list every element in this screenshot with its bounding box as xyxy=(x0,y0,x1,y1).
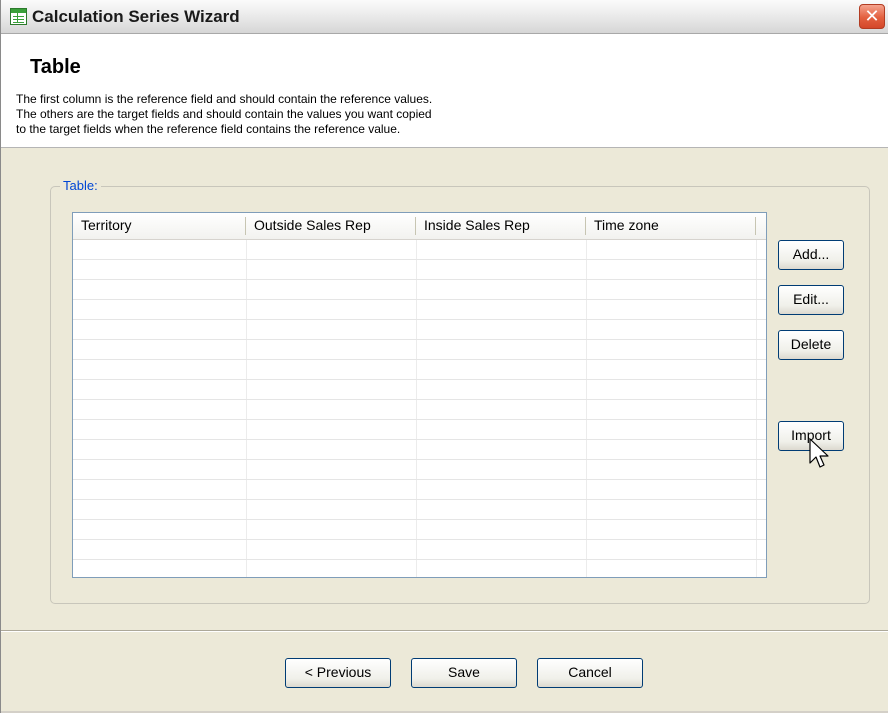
table-header: Territory Outside Sales Rep Inside Sales… xyxy=(73,213,766,240)
table-row[interactable] xyxy=(73,540,766,560)
table-row[interactable] xyxy=(73,400,766,420)
table-body xyxy=(73,240,766,577)
table-row[interactable] xyxy=(73,420,766,440)
delete-button[interactable]: Delete xyxy=(778,330,844,360)
cancel-button[interactable]: Cancel xyxy=(537,658,643,688)
table-row[interactable] xyxy=(73,460,766,480)
table-row[interactable] xyxy=(73,500,766,520)
table-row[interactable] xyxy=(73,280,766,300)
table-row[interactable] xyxy=(73,300,766,320)
table-row[interactable] xyxy=(73,520,766,540)
spreadsheet-app-icon xyxy=(10,8,27,25)
column-header-inside-sales-rep[interactable]: Inside Sales Rep xyxy=(416,213,586,239)
table-row[interactable] xyxy=(73,260,766,280)
table-row[interactable] xyxy=(73,560,766,577)
table-row[interactable] xyxy=(73,440,766,460)
mouse-pointer-icon xyxy=(809,438,829,468)
column-header-territory[interactable]: Territory xyxy=(73,213,246,239)
edit-button[interactable]: Edit... xyxy=(778,285,844,315)
wizard-header: Table The first column is the reference … xyxy=(1,34,888,148)
table-row[interactable] xyxy=(73,360,766,380)
page-description: The first column is the reference field … xyxy=(16,92,433,136)
footer-separator xyxy=(1,630,888,632)
page-title: Table xyxy=(30,56,81,78)
mapping-table[interactable]: Territory Outside Sales Rep Inside Sales… xyxy=(72,212,767,578)
table-row[interactable] xyxy=(73,480,766,500)
table-row[interactable] xyxy=(73,340,766,360)
save-button[interactable]: Save xyxy=(411,658,517,688)
table-row[interactable] xyxy=(73,320,766,340)
groupbox-legend: Table: xyxy=(60,178,101,193)
add-button[interactable]: Add... xyxy=(778,240,844,270)
window-title: Calculation Series Wizard xyxy=(32,7,240,26)
table-row[interactable] xyxy=(73,380,766,400)
column-header-time-zone[interactable]: Time zone xyxy=(586,213,756,239)
column-header-outside-sales-rep[interactable]: Outside Sales Rep xyxy=(246,213,416,239)
previous-button[interactable]: < Previous xyxy=(285,658,391,688)
wizard-window: Calculation Series Wizard ✕ Table The fi… xyxy=(0,0,888,713)
table-row[interactable] xyxy=(73,240,766,260)
title-bar[interactable]: Calculation Series Wizard ✕ xyxy=(1,0,888,34)
close-icon[interactable]: ✕ xyxy=(859,4,885,29)
